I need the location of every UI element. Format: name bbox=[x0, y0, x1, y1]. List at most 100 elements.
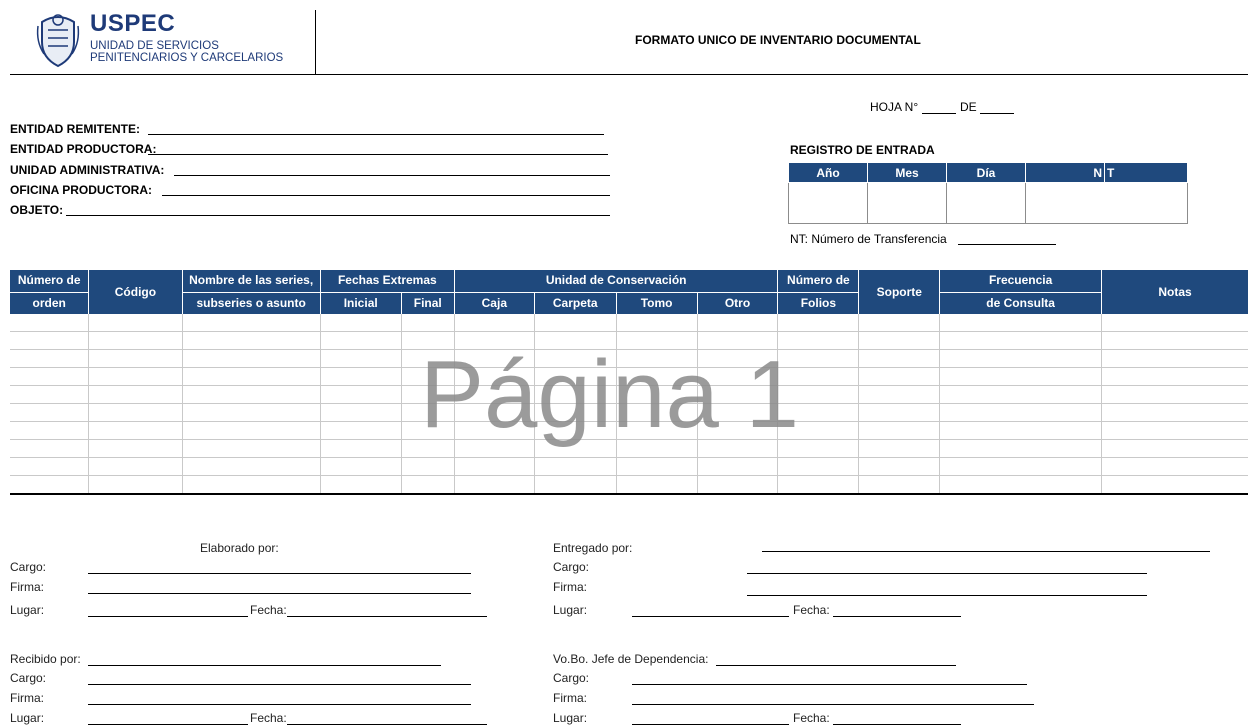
entregado-firma-line[interactable] bbox=[747, 595, 1147, 596]
table-cell[interactable] bbox=[319, 385, 402, 404]
table-cell[interactable] bbox=[696, 457, 778, 476]
objeto-line[interactable] bbox=[66, 215, 610, 216]
table-cell[interactable] bbox=[696, 475, 778, 495]
table-cell[interactable] bbox=[10, 331, 89, 350]
table-cell[interactable] bbox=[1101, 421, 1248, 440]
nt-line[interactable] bbox=[958, 244, 1056, 245]
table-cell[interactable] bbox=[615, 475, 698, 495]
entregado-line[interactable] bbox=[762, 551, 1210, 552]
table-cell[interactable] bbox=[88, 403, 183, 422]
table-cell[interactable] bbox=[939, 331, 1102, 350]
vobo-line[interactable] bbox=[716, 665, 956, 666]
hoja-total-line[interactable] bbox=[980, 113, 1014, 114]
vobo-fecha-line[interactable] bbox=[833, 724, 961, 725]
table-cell[interactable] bbox=[453, 314, 535, 332]
registro-mes-cell[interactable] bbox=[867, 182, 947, 224]
table-cell[interactable] bbox=[858, 349, 940, 368]
table-cell[interactable] bbox=[858, 439, 940, 458]
table-cell[interactable] bbox=[181, 314, 321, 332]
elaborado-fecha-line[interactable] bbox=[287, 616, 487, 617]
table-cell[interactable] bbox=[319, 457, 402, 476]
table-cell[interactable] bbox=[858, 475, 940, 495]
table-cell[interactable] bbox=[533, 457, 617, 476]
table-cell[interactable] bbox=[88, 314, 183, 332]
recibido-line[interactable] bbox=[88, 665, 441, 666]
table-cell[interactable] bbox=[181, 457, 321, 476]
hoja-number-line[interactable] bbox=[922, 113, 956, 114]
table-cell[interactable] bbox=[615, 457, 698, 476]
table-cell[interactable] bbox=[1101, 403, 1248, 422]
table-cell[interactable] bbox=[181, 367, 321, 386]
table-cell[interactable] bbox=[319, 349, 402, 368]
elaborado-cargo-line[interactable] bbox=[88, 573, 471, 574]
table-cell[interactable] bbox=[777, 314, 859, 332]
table-cell[interactable] bbox=[858, 457, 940, 476]
table-cell[interactable] bbox=[181, 421, 321, 440]
vobo-cargo-line[interactable] bbox=[632, 684, 1027, 685]
table-cell[interactable] bbox=[88, 367, 183, 386]
registro-nt-cell[interactable] bbox=[1025, 182, 1188, 224]
elaborado-firma-line[interactable] bbox=[88, 593, 471, 594]
recibido-lugar-line[interactable] bbox=[88, 724, 248, 725]
table-cell[interactable] bbox=[939, 475, 1102, 495]
table-cell[interactable] bbox=[181, 349, 321, 368]
table-cell[interactable] bbox=[88, 475, 183, 495]
entregado-fecha-line[interactable] bbox=[833, 616, 961, 617]
table-cell[interactable] bbox=[10, 403, 89, 422]
table-cell[interactable] bbox=[181, 385, 321, 404]
table-cell[interactable] bbox=[319, 403, 402, 422]
table-cell[interactable] bbox=[88, 457, 183, 476]
table-cell[interactable] bbox=[319, 475, 402, 495]
table-cell[interactable] bbox=[453, 457, 535, 476]
table-cell[interactable] bbox=[939, 403, 1102, 422]
table-cell[interactable] bbox=[10, 367, 89, 386]
table-cell[interactable] bbox=[1101, 314, 1248, 332]
table-cell[interactable] bbox=[1101, 385, 1248, 404]
table-cell[interactable] bbox=[615, 314, 698, 332]
table-cell[interactable] bbox=[319, 421, 402, 440]
table-cell[interactable] bbox=[319, 331, 402, 350]
table-cell[interactable] bbox=[939, 367, 1102, 386]
table-cell[interactable] bbox=[10, 314, 89, 332]
table-cell[interactable] bbox=[400, 314, 455, 332]
vobo-firma-line[interactable] bbox=[632, 704, 1034, 705]
registro-dia-cell[interactable] bbox=[946, 182, 1026, 224]
table-cell[interactable] bbox=[181, 439, 321, 458]
table-cell[interactable] bbox=[939, 439, 1102, 458]
table-cell[interactable] bbox=[88, 439, 183, 458]
table-cell[interactable] bbox=[533, 475, 617, 495]
entidad-remitente-line[interactable] bbox=[148, 134, 604, 135]
table-cell[interactable] bbox=[858, 421, 940, 440]
table-cell[interactable] bbox=[88, 349, 183, 368]
table-cell[interactable] bbox=[777, 457, 859, 476]
table-cell[interactable] bbox=[1101, 367, 1248, 386]
table-cell[interactable] bbox=[10, 439, 89, 458]
table-cell[interactable] bbox=[10, 385, 89, 404]
recibido-cargo-line[interactable] bbox=[88, 684, 471, 685]
table-cell[interactable] bbox=[1101, 475, 1248, 495]
table-cell[interactable] bbox=[858, 331, 940, 350]
table-cell[interactable] bbox=[88, 331, 183, 350]
table-cell[interactable] bbox=[400, 475, 455, 495]
oficina-productora-line[interactable] bbox=[162, 195, 610, 196]
table-cell[interactable] bbox=[533, 314, 617, 332]
table-cell[interactable] bbox=[858, 403, 940, 422]
elaborado-lugar-line[interactable] bbox=[88, 616, 248, 617]
table-cell[interactable] bbox=[319, 367, 402, 386]
table-cell[interactable] bbox=[10, 457, 89, 476]
table-cell[interactable] bbox=[10, 421, 89, 440]
table-cell[interactable] bbox=[319, 314, 402, 332]
table-cell[interactable] bbox=[858, 314, 940, 332]
table-cell[interactable] bbox=[181, 331, 321, 350]
table-cell[interactable] bbox=[88, 421, 183, 440]
table-cell[interactable] bbox=[858, 385, 940, 404]
table-cell[interactable] bbox=[696, 314, 778, 332]
table-cell[interactable] bbox=[858, 367, 940, 386]
table-cell[interactable] bbox=[939, 385, 1102, 404]
recibido-firma-line[interactable] bbox=[88, 704, 471, 705]
table-cell[interactable] bbox=[939, 349, 1102, 368]
table-cell[interactable] bbox=[1101, 349, 1248, 368]
table-cell[interactable] bbox=[939, 457, 1102, 476]
table-cell[interactable] bbox=[319, 439, 402, 458]
table-cell[interactable] bbox=[88, 385, 183, 404]
